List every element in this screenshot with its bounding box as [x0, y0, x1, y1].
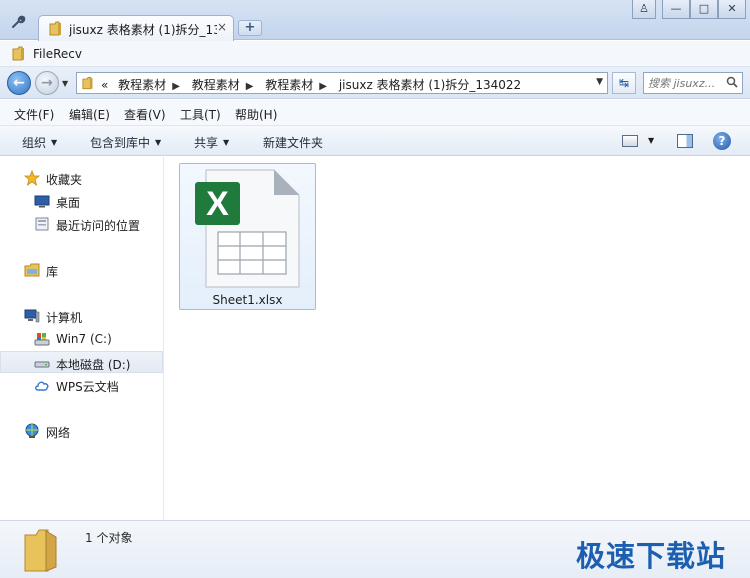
sidebar-item-computer[interactable]: 计算机 [0, 305, 163, 327]
breadcrumb: « 教程素材 ▶ 教程素材 ▶ 教程素材 ▶ jisuxz 表格素材 (1)拆分_13… [101, 76, 527, 93]
details-pane: 1 个对象 极速下载站 [0, 520, 750, 578]
sidebar-item-libraries[interactable]: 库 [0, 259, 163, 281]
file-item[interactable]: X Sheet1.xlsx [179, 163, 316, 310]
desktop-icon [34, 193, 50, 209]
address-bar[interactable]: « 教程素材 ▶ 教程素材 ▶ 教程素材 ▶ jisuxz 表格素材 (1)拆分_13… [76, 72, 608, 94]
preview-pane-icon[interactable] [677, 134, 693, 148]
chevron-down-icon: ▼ [155, 138, 162, 147]
new-folder-button[interactable]: 新建文件夹 [263, 134, 323, 151]
share-button[interactable]: 共享 ▼ [194, 134, 229, 151]
drive-icon [34, 355, 50, 371]
sidebar-item-label: 本地磁盘 (D:) [56, 358, 131, 372]
minimize-button[interactable]: — [662, 0, 690, 19]
menu-view[interactable]: 查看(V) [124, 106, 166, 123]
star-icon [23, 169, 41, 186]
include-in-library-label: 包含到库中 [90, 136, 151, 150]
object-count: 1 个对象 [85, 531, 133, 545]
browser-tab[interactable]: jisuxz 表格素材 (1)拆分_13 × [38, 15, 234, 41]
system-drive-icon [34, 331, 50, 347]
folder-icon [12, 46, 28, 64]
watermark-logo: 极速下载站 [576, 539, 727, 573]
maximize-button[interactable]: □ [690, 0, 718, 19]
chevron-right-icon[interactable]: ▶ [319, 81, 327, 92]
title-bar: jisuxz 表格素材 (1)拆分_13 × + ♙ — □ ✕ [0, 0, 750, 41]
change-view-icon[interactable] [622, 135, 638, 147]
library-icon [24, 262, 40, 278]
file-name: Sheet1.xlsx [212, 293, 283, 307]
chevron-down-icon: ▼ [223, 138, 230, 147]
folder-icon [82, 76, 96, 93]
sidebar-item-network[interactable]: 网络 [0, 420, 163, 442]
excel-badge-letter: X [206, 185, 229, 223]
sidebar-item-label: 网络 [46, 426, 71, 440]
tab-title: jisuxz 表格素材 (1)拆分_13 [69, 23, 217, 37]
sidebar-item-recent-places[interactable]: 最近访问的位置 [0, 213, 163, 235]
bookmark-filerecv[interactable]: FileRecv [33, 47, 82, 61]
chevron-down-icon[interactable]: ▼ [596, 77, 603, 87]
include-in-library-button[interactable]: 包含到库中 ▼ [90, 134, 161, 151]
breadcrumb-item[interactable]: 教程素材 [118, 78, 166, 92]
command-bar: 组织 ▼ 包含到库中 ▼ 共享 ▼ 新建文件夹 ▼ ? [0, 126, 750, 156]
wrench-icon[interactable] [10, 14, 26, 30]
cloud-icon [34, 377, 50, 393]
forward-button[interactable]: → [35, 71, 59, 95]
back-button[interactable]: ← [7, 71, 31, 95]
chevron-right-icon[interactable]: ▶ [172, 81, 180, 92]
excel-file-icon: X [195, 169, 300, 288]
bookmark-bar: FileRecv [0, 41, 750, 67]
network-icon [24, 423, 40, 439]
tab-close-icon[interactable]: × [217, 20, 227, 34]
sidebar-item-label: 最近访问的位置 [56, 219, 141, 233]
help-icon[interactable]: ? [713, 132, 731, 150]
sidebar-item-label: Win7 (C:) [56, 332, 112, 346]
sidebar-item-favorites[interactable]: 收藏夹 [0, 167, 163, 189]
new-tab-button[interactable]: + [238, 20, 262, 36]
chevron-down-icon[interactable]: ▼ [648, 136, 654, 145]
organize-label: 组织 [22, 136, 47, 150]
computer-icon [24, 308, 40, 324]
chevron-down-icon: ▼ [51, 138, 58, 147]
window-controls: ♙ — □ ✕ [632, 0, 746, 20]
breadcrumb-item[interactable]: 教程素材 [265, 78, 313, 92]
breadcrumb-overflow[interactable]: « [101, 78, 108, 92]
sidebar-item-drive-d[interactable]: 本地磁盘 (D:) [0, 351, 163, 373]
recent-places-icon [34, 216, 50, 232]
breadcrumb-item[interactable]: jisuxz 表格素材 (1)拆分_134022 [339, 78, 521, 92]
search-box[interactable] [643, 72, 743, 94]
sidebar-item-label: 桌面 [56, 196, 81, 210]
navigation-pane: 收藏夹 桌面 最近访问的位置 库 计算机 Win7 (C:) 本地磁盘 (D:)… [0, 157, 164, 520]
close-button[interactable]: ✕ [718, 0, 746, 19]
chevron-right-icon[interactable]: ▶ [246, 81, 254, 92]
file-list: X Sheet1.xlsx [165, 157, 750, 520]
menu-help[interactable]: 帮助(H) [235, 106, 277, 123]
sidebar-item-label: 计算机 [46, 311, 83, 325]
menu-bar: 文件(F) 编辑(E) 查看(V) 工具(T) 帮助(H) [0, 100, 750, 126]
sidebar-item-label: 库 [46, 265, 59, 279]
sidebar-item-label: 收藏夹 [46, 173, 83, 187]
folder-icon [22, 527, 60, 576]
user-icon[interactable]: ♙ [632, 0, 656, 19]
history-dropdown-icon[interactable]: ▼ [62, 79, 68, 88]
search-icon[interactable] [726, 76, 738, 88]
refresh-button[interactable]: ↹ [612, 72, 636, 94]
search-input[interactable] [648, 75, 726, 91]
menu-edit[interactable]: 编辑(E) [69, 106, 110, 123]
sidebar-item-wps-cloud[interactable]: WPS云文档 [0, 374, 163, 396]
folder-icon [49, 21, 65, 39]
navigation-bar: ← → ▼ « 教程素材 ▶ 教程素材 ▶ 教程素材 ▶ jisuxz 表格素材 (1… [0, 67, 750, 99]
sidebar-item-desktop[interactable]: 桌面 [0, 190, 163, 212]
share-label: 共享 [194, 136, 219, 150]
organize-button[interactable]: 组织 ▼ [22, 134, 57, 151]
sidebar-item-drive-c[interactable]: Win7 (C:) [0, 328, 163, 350]
breadcrumb-item[interactable]: 教程素材 [192, 78, 240, 92]
menu-tools[interactable]: 工具(T) [180, 106, 221, 123]
sidebar-item-label: WPS云文档 [56, 380, 119, 394]
menu-file[interactable]: 文件(F) [14, 106, 54, 123]
